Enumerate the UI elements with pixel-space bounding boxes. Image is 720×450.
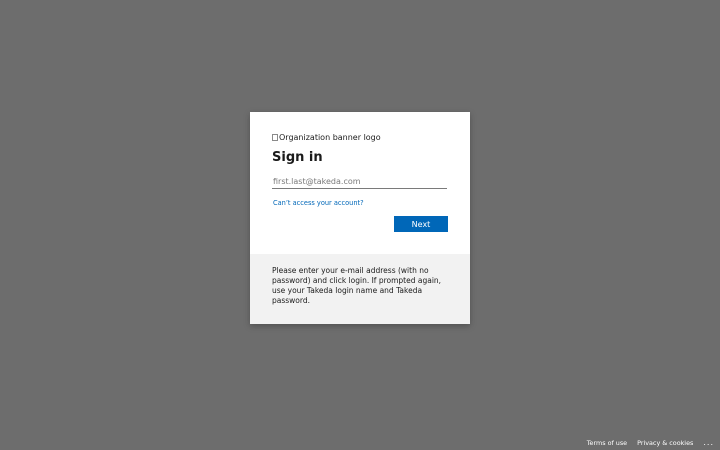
sign-in-form: Organization banner logo Sign in Can’t a… <box>250 112 470 254</box>
next-button[interactable]: Next <box>394 216 448 232</box>
logo-alt-text: Organization banner logo <box>279 133 381 142</box>
email-input[interactable] <box>272 174 447 189</box>
terms-of-use-link[interactable]: Terms of use <box>587 439 627 447</box>
broken-image-icon <box>272 134 278 141</box>
more-options-icon[interactable]: ... <box>703 439 714 447</box>
info-panel: Please enter your e-mail address (with n… <box>250 254 470 324</box>
organization-banner-logo: Organization banner logo <box>272 133 381 142</box>
sign-in-description: Please enter your e-mail address (with n… <box>272 266 442 305</box>
page-title: Sign in <box>272 150 323 165</box>
footer: Terms of use Privacy & cookies ... <box>577 439 714 448</box>
cant-access-account-link[interactable]: Can’t access your account? <box>273 199 364 207</box>
sign-in-card: Organization banner logo Sign in Can’t a… <box>250 112 470 324</box>
privacy-cookies-link[interactable]: Privacy & cookies <box>637 439 693 447</box>
